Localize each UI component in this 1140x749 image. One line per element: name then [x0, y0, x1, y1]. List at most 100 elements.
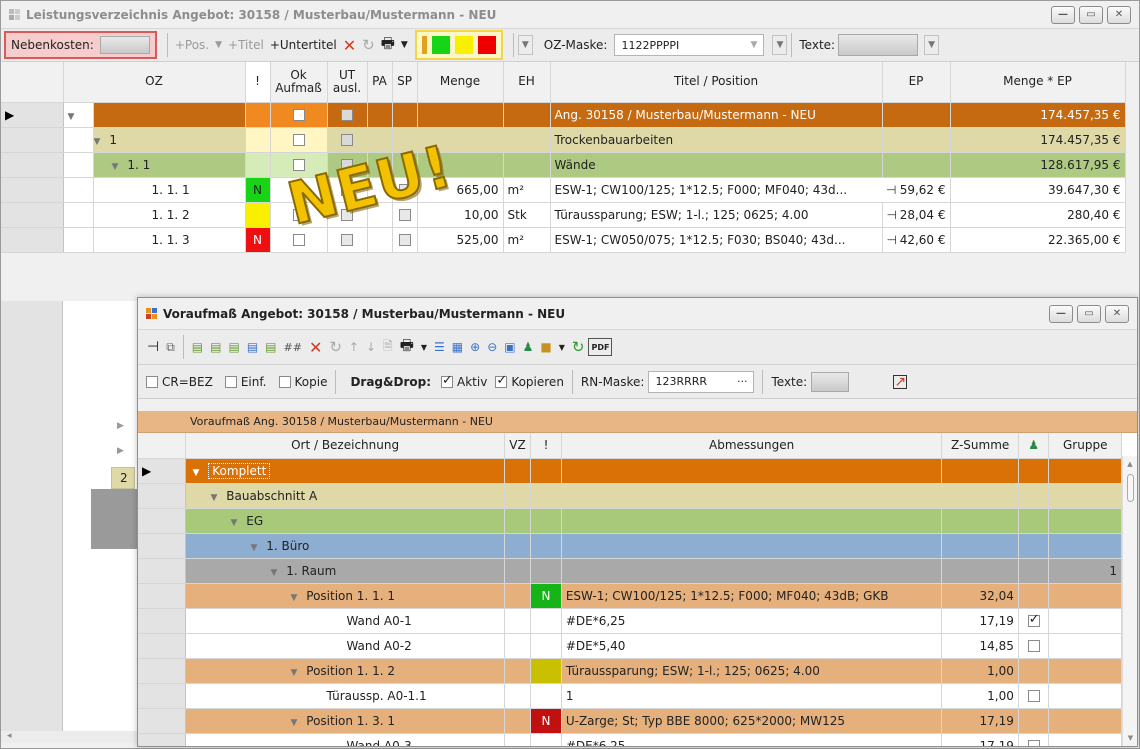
table-row[interactable]: ▼ 1 Trockenbauarbeiten 174.457,35 € [1, 127, 1126, 153]
print-dropdown-icon[interactable]: ▼ [418, 335, 430, 359]
expand-toggle[interactable]: ▼ [290, 593, 302, 603]
col-sp[interactable]: SP [392, 62, 418, 103]
einf-checkbox[interactable] [224, 375, 237, 388]
row-checkbox[interactable] [1027, 690, 1040, 702]
table-row[interactable]: 1. 1. 1 N 665,00 m² ESW-1; CW100/125; 1*… [1, 177, 1126, 203]
col-ok-aufmass[interactable]: Ok Aufmaß [270, 62, 328, 103]
col-abmessungen[interactable]: Abmessungen [561, 433, 943, 459]
col-gruppe[interactable]: Gruppe [1048, 433, 1122, 459]
table-row[interactable]: ▼ Position 1. 1. 2 Türaussparung; ESW; 1… [138, 658, 1122, 684]
rn-maske-field[interactable]: 123RRRR ··· [648, 370, 755, 393]
minimize-button[interactable]: — [1051, 5, 1075, 24]
kopieren-checkbox[interactable] [495, 373, 508, 388]
table-row[interactable]: Wand A0-2 #DE*5,40 14,85 [138, 633, 1122, 659]
row-checkbox[interactable] [1027, 640, 1040, 652]
print-icon[interactable]: 🖶 [397, 335, 417, 359]
pin-icon[interactable]: ⊣ [887, 233, 897, 247]
maximize-button[interactable]: ▭ [1077, 304, 1101, 323]
col-flag[interactable]: ! [530, 433, 562, 459]
expand-toggle[interactable]: ▶ [117, 446, 124, 456]
pin-icon[interactable]: ⊣ [886, 183, 896, 197]
add-untertitel-button[interactable]: +Untertitel [267, 33, 340, 57]
export-icon[interactable]: ⧉ [163, 335, 178, 359]
insert-child-icon[interactable]: ▤ [225, 335, 242, 359]
row-checkbox[interactable] [1027, 740, 1040, 746]
col-titel-position[interactable]: Titel / Position [550, 62, 883, 103]
texte-toggle[interactable] [811, 371, 850, 392]
pos-dropdown-icon[interactable]: ▼ [212, 33, 225, 57]
oz-maske-field[interactable]: 1122PPPPI ▼ [614, 34, 765, 56]
aktiv-checkbox[interactable] [441, 373, 453, 388]
table-row[interactable]: ▼ Bauabschnitt A [138, 483, 1122, 509]
expand-toggle[interactable]: ▼ [192, 468, 204, 478]
close-button[interactable]: ✕ [1105, 304, 1129, 323]
calculator-icon[interactable]: ▣ [501, 335, 518, 359]
delete-icon[interactable]: ✕ [340, 33, 359, 57]
table-row[interactable]: ▼ Position 1. 1. 1 N ESW-1; CW100/125; 1… [138, 583, 1122, 609]
grid-view-icon[interactable]: ▦ [449, 335, 466, 359]
flag-red-button[interactable] [477, 36, 496, 54]
expand-toggle[interactable]: ▼ [290, 718, 302, 728]
ok-aufmass-checkbox[interactable] [292, 109, 305, 121]
delete-icon[interactable]: ✕ [306, 335, 325, 359]
ok-aufmass-checkbox[interactable] [292, 134, 305, 146]
col-eh[interactable]: EH [503, 62, 551, 103]
insert-sub-icon[interactable]: ▤ [262, 335, 279, 359]
expand-toggle[interactable]: ▼ [290, 668, 302, 678]
zoom-out-icon[interactable]: ⊖ [484, 335, 500, 359]
expand-toggle[interactable]: ▼ [270, 568, 282, 578]
table-row[interactable]: ▼ Position 1. 3. 1 N U-Zarge; St; Typ BB… [138, 708, 1122, 734]
table-row[interactable]: ▼ EG [138, 508, 1122, 534]
row-checkbox[interactable] [1027, 612, 1040, 627]
ut-checkbox[interactable] [341, 134, 354, 146]
col-vz[interactable]: VZ [504, 433, 532, 459]
col-ort-bezeichnung[interactable]: Ort / Bezeichnung [185, 433, 505, 459]
table-row[interactable]: Türaussp. A0-1.1 1 1,00 [138, 683, 1122, 709]
scroll-up-icon[interactable]: ▲ [1123, 460, 1137, 468]
sp-checkbox[interactable] [398, 234, 411, 246]
save-icon[interactable]: 🗎 [380, 335, 396, 359]
add-position-button[interactable]: +Pos. [172, 33, 212, 57]
col-z-summe[interactable]: Z-Summe [941, 433, 1019, 459]
print-dropdown-icon[interactable]: ▼ [398, 33, 411, 57]
ut-checkbox[interactable] [341, 234, 354, 246]
table-row[interactable]: Wand A0-1 #DE*6,25 17,19 [138, 608, 1122, 634]
numbering-icon[interactable]: ## [281, 335, 305, 359]
table-row[interactable]: ▶ ▼ Komplett [138, 458, 1122, 484]
toolbar-overflow-icon[interactable]: ▼ [924, 35, 939, 55]
cr-bez-checkbox[interactable] [146, 375, 158, 388]
col-ut-ausl[interactable]: UT ausl. [327, 62, 368, 103]
oz-dropdown-icon[interactable]: ▼ [517, 35, 533, 55]
ruler-icon[interactable] [421, 36, 427, 54]
table-row[interactable]: ▼ 1. 1 Wände 128.617,95 € [1, 152, 1126, 178]
texte-toggle[interactable] [838, 34, 919, 56]
col-flag[interactable]: ! [245, 62, 271, 103]
expand-toggle[interactable]: ▼ [210, 493, 222, 503]
col-ep[interactable]: EP [882, 62, 951, 103]
table-row[interactable]: Wand A0-3 #DE*6,25 17,19 [138, 733, 1122, 746]
table-row[interactable]: ▼ 1. Büro [138, 533, 1122, 559]
col-oz[interactable]: OZ [63, 62, 246, 103]
table-row[interactable]: 1. 1. 3 N 525,00 m² ESW-1; CW050/075; 1*… [1, 227, 1126, 253]
scroll-down-icon[interactable]: ▼ [1123, 734, 1137, 742]
expand-toggle[interactable]: ▼ [112, 162, 124, 172]
flag-green-button[interactable] [431, 36, 450, 54]
expand-toggle[interactable]: ▼ [94, 137, 106, 147]
expand-toggle[interactable]: ▼ [63, 102, 94, 128]
move-down-icon[interactable]: ↓ [363, 335, 379, 359]
people-icon[interactable]: ♟ [520, 335, 537, 359]
undo-icon[interactable]: ↻ [326, 335, 345, 359]
flag-yellow-button[interactable] [454, 36, 473, 54]
rn-maske-ellipsis-button[interactable]: ··· [737, 375, 748, 388]
package-icon[interactable]: ■ [537, 335, 554, 359]
insert-below-icon[interactable]: ▤ [207, 335, 224, 359]
vertical-scrollbar[interactable]: ▲ ▼ [1122, 456, 1137, 746]
pdf-icon[interactable]: PDF [588, 338, 613, 356]
pin-icon[interactable]: ⊣ [887, 208, 897, 222]
scroll-thumb[interactable] [1126, 474, 1134, 502]
maximize-button[interactable]: ▭ [1079, 5, 1103, 24]
oz-extra-dropdown-icon[interactable]: ▼ [772, 35, 788, 55]
col-menge[interactable]: Menge [417, 62, 504, 103]
expand-toggle[interactable]: ▼ [250, 543, 262, 553]
chevron-down-icon[interactable]: ▼ [751, 40, 758, 50]
